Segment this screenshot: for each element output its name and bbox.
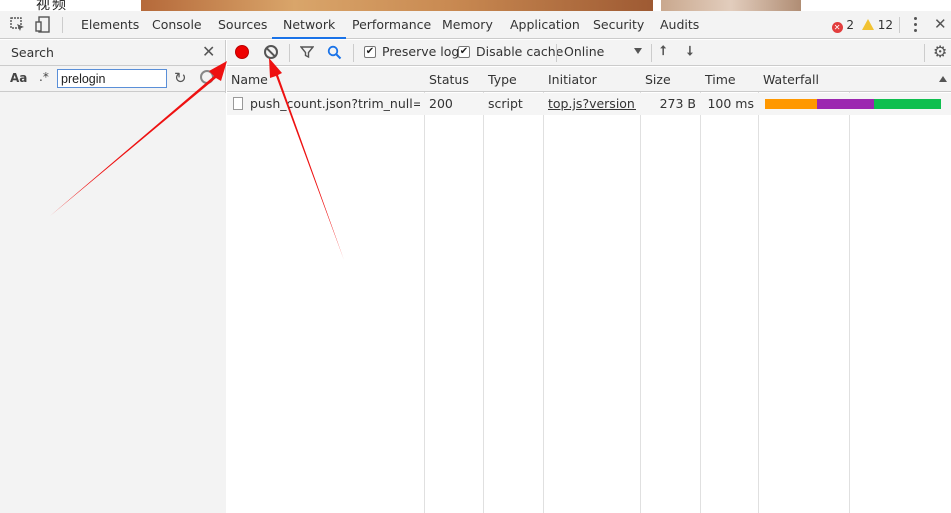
page-heading-fragment: 视频 (36, 0, 68, 11)
disable-cache-label: Disable cache (476, 44, 564, 59)
column-divider (758, 67, 759, 513)
toolbar-divider (556, 44, 557, 62)
document-icon (233, 97, 243, 110)
preserve-log-label: Preserve log (382, 44, 460, 59)
throttling-value: Online (564, 44, 605, 59)
tab-performance[interactable]: Performance (352, 11, 431, 39)
waterfall-waiting-segment (765, 99, 817, 109)
throttling-select[interactable]: Online (564, 44, 642, 59)
tab-network[interactable]: Network (272, 11, 347, 39)
tab-application[interactable]: Application (510, 11, 580, 39)
column-header-time[interactable]: Time (701, 67, 736, 92)
inspect-element-icon[interactable] (8, 15, 28, 35)
column-divider (543, 67, 544, 513)
search-panel-title: Search (11, 45, 54, 60)
devtools-tabbar: Elements Console Sources Network Perform… (0, 11, 951, 39)
search-panel-header: Search ✕ (0, 40, 225, 66)
request-size: 273 B (659, 96, 696, 111)
clear-search-icon[interactable] (200, 70, 214, 84)
toolbar-divider (651, 44, 652, 62)
refresh-icon[interactable]: ↻ (174, 69, 187, 87)
column-header-initiator[interactable]: Initiator (544, 67, 597, 92)
network-toolbar: ✔ Preserve log ✔ Disable cache Online ⭡ … (227, 40, 951, 66)
disable-cache-checkbox[interactable]: ✔ (458, 46, 470, 58)
match-case-toggle[interactable]: Aa (10, 71, 27, 85)
tab-audits[interactable]: Audits (660, 11, 699, 39)
tab-memory[interactable]: Memory (442, 11, 493, 39)
search-results-area (0, 93, 226, 513)
preserve-log-checkbox[interactable]: ✔ (364, 46, 376, 58)
warning-icon (861, 19, 874, 30)
page-image-banner (141, 0, 653, 11)
waterfall-gridline (849, 67, 850, 513)
search-panel: Search ✕ Aa .* ↻ (0, 40, 226, 513)
tab-console[interactable]: Console (152, 11, 202, 39)
toolbar-divider (289, 44, 290, 62)
table-header: Name Status Type Initiator Size Time Wat… (227, 67, 951, 92)
regex-toggle[interactable]: .* (39, 70, 49, 84)
search-input[interactable] (57, 69, 167, 88)
waterfall-download-segment (874, 99, 941, 109)
waterfall-ttfb-segment (817, 99, 874, 109)
request-time: 100 ms (707, 96, 754, 111)
column-header-size[interactable]: Size (641, 67, 671, 92)
column-header-status[interactable]: Status (425, 67, 469, 92)
close-devtools-icon[interactable]: ✕ (934, 15, 947, 33)
tab-elements[interactable]: Elements (81, 11, 139, 39)
warning-count: 12 (877, 18, 893, 32)
tabbar-divider-right (899, 17, 900, 33)
tab-security[interactable]: Security (593, 11, 644, 39)
device-toolbar-icon[interactable] (33, 15, 53, 35)
request-table: Name Status Type Initiator Size Time Wat… (227, 67, 951, 513)
table-row[interactable]: push_count.json?trim_null=1&... 200 scri… (227, 93, 951, 115)
error-count: 2 (846, 18, 855, 32)
error-icon: ✕ (831, 22, 843, 33)
record-button[interactable] (235, 45, 249, 59)
request-type: script (488, 96, 523, 111)
toolbar-divider (353, 44, 354, 62)
request-name[interactable]: push_count.json?trim_null=1&... (250, 93, 420, 115)
gear-icon[interactable]: ⚙ (933, 42, 947, 61)
chevron-down-icon (634, 48, 642, 54)
search-icon[interactable] (327, 45, 342, 63)
column-divider (640, 67, 641, 513)
page-image-thumbnail (661, 0, 801, 11)
console-status[interactable]: ✕ 2 12 (831, 11, 893, 39)
import-har-icon[interactable]: ⭡ (660, 44, 666, 59)
close-search-icon[interactable]: ✕ (202, 42, 215, 61)
clear-log-icon[interactable] (264, 45, 278, 59)
page-content-strip: 视频 (0, 0, 951, 11)
column-header-name[interactable]: Name (227, 67, 268, 92)
tab-sources[interactable]: Sources (218, 11, 267, 39)
column-divider (483, 67, 484, 513)
request-status: 200 (429, 96, 453, 111)
filter-icon[interactable] (299, 45, 315, 62)
request-initiator-link[interactable]: top.js?version... (548, 93, 636, 115)
tabbar-divider (62, 17, 63, 33)
column-header-type[interactable]: Type (484, 67, 517, 92)
column-header-waterfall[interactable]: Waterfall (759, 67, 951, 92)
column-divider (424, 67, 425, 513)
export-har-icon[interactable]: ⭣ (687, 44, 693, 59)
search-controls: Aa .* ↻ (0, 66, 225, 92)
column-divider (700, 67, 701, 513)
toolbar-divider (924, 44, 925, 62)
sort-ascending-icon (939, 76, 947, 82)
more-options-icon[interactable] (914, 17, 918, 33)
waterfall-label: Waterfall (763, 72, 819, 87)
